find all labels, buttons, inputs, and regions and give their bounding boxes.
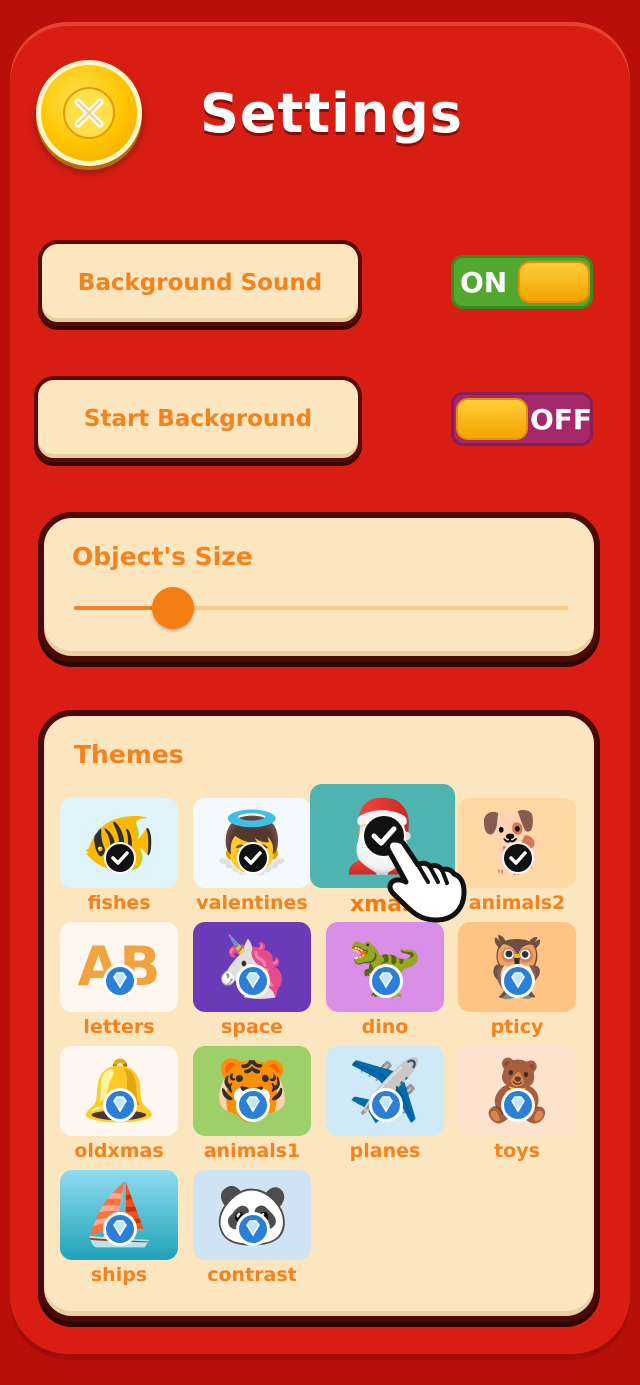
theme-name: dino — [361, 1016, 409, 1038]
start-background-toggle[interactable]: OFF — [451, 392, 593, 446]
theme-name: space — [221, 1016, 283, 1038]
object-size-card: Object's Size — [38, 512, 600, 662]
theme-valentines[interactable]: 👼 valentines — [193, 798, 311, 914]
toggle-on-text: ON — [460, 266, 508, 299]
diamond-icon — [103, 1088, 137, 1122]
theme-toys[interactable]: 🧸 toys — [458, 1046, 576, 1162]
theme-name: animals2 — [468, 892, 566, 914]
toggle-knob — [518, 261, 590, 303]
check-icon — [104, 842, 136, 874]
theme-name: pticy — [490, 1016, 544, 1038]
toggle-knob — [456, 398, 528, 440]
diamond-icon — [236, 964, 270, 998]
theme-thumbnail: 🐕 — [458, 798, 576, 888]
background-sound-label-box: Background Sound — [38, 240, 362, 326]
theme-animals1[interactable]: 🐯 animals1 — [193, 1046, 311, 1162]
start-background-label: Start Background — [83, 406, 313, 432]
theme-name: fishes — [87, 892, 151, 914]
theme-name: ships — [90, 1264, 148, 1286]
check-icon — [502, 842, 534, 874]
theme-thumbnail: 🔔 — [60, 1046, 178, 1136]
theme-planes[interactable]: ✈️ planes — [326, 1046, 444, 1162]
diamond-icon — [369, 964, 403, 998]
size-slider-thumb[interactable] — [151, 587, 194, 629]
theme-thumbnail: 🐼 — [193, 1170, 311, 1260]
theme-name: letters — [83, 1016, 155, 1038]
close-button[interactable] — [36, 60, 142, 166]
theme-thumbnail: AB — [60, 922, 178, 1012]
theme-thumbnail: 🦉 — [458, 922, 576, 1012]
theme-thumbnail: 🦖 — [326, 922, 444, 1012]
background-sound-label: Background Sound — [77, 270, 323, 296]
theme-name: oldxmas — [74, 1140, 164, 1162]
diamond-icon — [236, 1088, 270, 1122]
theme-thumbnail: ⛵ — [60, 1170, 178, 1260]
theme-thumbnail: 🐠 — [60, 798, 178, 888]
theme-name: toys — [494, 1140, 540, 1162]
close-x-icon — [63, 87, 115, 139]
theme-contrast[interactable]: 🐼 contrast — [193, 1170, 311, 1286]
theme-thumbnail: 🦄 — [193, 922, 311, 1012]
diamond-icon — [501, 1088, 535, 1122]
theme-thumbnail: 🧸 — [458, 1046, 576, 1136]
toggle-off-text: OFF — [530, 403, 593, 436]
theme-dino[interactable]: 🦖 dino — [326, 922, 444, 1038]
theme-pticy[interactable]: 🦉 pticy — [458, 922, 576, 1038]
theme-name: planes — [349, 1140, 421, 1162]
theme-oldxmas[interactable]: 🔔 oldxmas — [60, 1046, 178, 1162]
theme-name: animals1 — [203, 1140, 301, 1162]
diamond-icon — [236, 1212, 270, 1246]
diamond-icon — [369, 1088, 403, 1122]
object-size-label: Object's Size — [72, 542, 253, 571]
theme-name: valentines — [196, 892, 308, 914]
theme-fishes[interactable]: 🐠 fishes — [60, 798, 178, 914]
page-title: Settings — [200, 82, 463, 145]
diamond-icon — [501, 964, 535, 998]
pointing-hand-icon — [380, 832, 470, 928]
theme-thumbnail: 👼 — [193, 798, 311, 888]
diamond-icon — [103, 1212, 137, 1246]
theme-thumbnail: 🐯 — [193, 1046, 311, 1136]
background-sound-toggle[interactable]: ON — [451, 255, 593, 309]
themes-label: Themes — [74, 740, 184, 769]
theme-letters[interactable]: AB letters — [60, 922, 178, 1038]
theme-name: contrast — [207, 1264, 297, 1286]
theme-space[interactable]: 🦄 space — [193, 922, 311, 1038]
theme-animals2[interactable]: 🐕 animals2 — [458, 798, 576, 914]
diamond-icon — [103, 964, 137, 998]
start-background-label-box: Start Background — [34, 376, 362, 462]
theme-ships[interactable]: ⛵ ships — [60, 1170, 178, 1286]
check-icon — [237, 842, 269, 874]
theme-thumbnail: ✈️ — [326, 1046, 444, 1136]
